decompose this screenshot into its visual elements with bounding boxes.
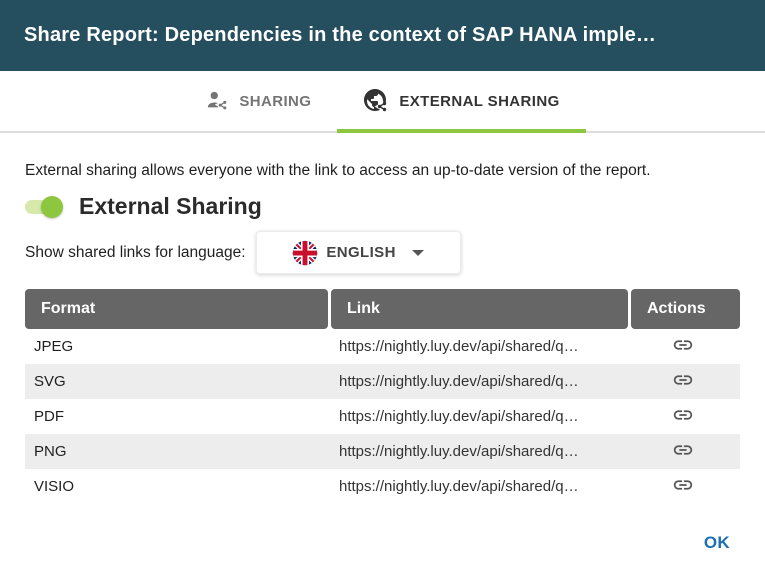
table-row: VISIO https://nightly.luy.dev/api/shared… <box>25 469 740 504</box>
link-icon <box>672 404 694 429</box>
link-cell: https://nightly.luy.dev/api/shared/q… <box>328 434 625 469</box>
header-link: Link <box>331 289 628 329</box>
table-header-row: Format Link Actions <box>25 289 740 329</box>
external-sharing-toggle-row: External Sharing <box>25 193 740 220</box>
header-actions: Actions <box>631 289 740 329</box>
link-icon <box>672 439 694 464</box>
tab-sharing-label: SHARING <box>239 93 311 110</box>
format-cell: VISIO <box>25 469 328 504</box>
tab-external-sharing[interactable]: EXTERNAL SHARING <box>337 71 585 131</box>
link-icon <box>672 334 694 359</box>
table-row: PDF https://nightly.luy.dev/api/shared/q… <box>25 399 740 434</box>
copy-link-button[interactable] <box>670 367 696 396</box>
table-row: SVG https://nightly.luy.dev/api/shared/q… <box>25 364 740 399</box>
actions-cell <box>625 329 740 364</box>
link-cell: https://nightly.luy.dev/api/shared/q… <box>328 364 625 399</box>
table-body: JPEG https://nightly.luy.dev/api/shared/… <box>25 329 740 504</box>
language-label: Show shared links for language: <box>25 244 246 262</box>
dialog-title: Share Report: Dependencies in the contex… <box>24 24 656 47</box>
link-cell: https://nightly.luy.dev/api/shared/q… <box>328 399 625 434</box>
external-sharing-description: External sharing allows everyone with th… <box>25 162 740 180</box>
shared-links-table: Format Link Actions JPEG https://nightly… <box>25 289 740 504</box>
copy-link-button[interactable] <box>670 472 696 501</box>
actions-cell <box>625 469 740 504</box>
tab-bar: SHARING EXTERNAL SHARING <box>0 71 765 133</box>
toggle-knob <box>41 196 63 218</box>
dialog-titlebar: Share Report: Dependencies in the contex… <box>0 0 765 71</box>
language-value: ENGLISH <box>326 244 395 261</box>
uk-flag-icon <box>292 240 318 266</box>
dialog-body: External sharing allows everyone with th… <box>0 162 765 504</box>
table-row: PNG https://nightly.luy.dev/api/shared/q… <box>25 434 740 469</box>
link-icon <box>672 474 694 499</box>
person-share-icon <box>205 90 229 112</box>
actions-cell <box>625 364 740 399</box>
copy-link-button[interactable] <box>670 437 696 466</box>
format-cell: SVG <box>25 364 328 399</box>
language-row: Show shared links for language: ENGLISH <box>25 231 740 274</box>
format-cell: JPEG <box>25 329 328 364</box>
format-cell: PNG <box>25 434 328 469</box>
copy-link-button[interactable] <box>670 402 696 431</box>
tab-sharing[interactable]: SHARING <box>179 71 337 131</box>
table-row: JPEG https://nightly.luy.dev/api/shared/… <box>25 329 740 364</box>
link-icon <box>672 369 694 394</box>
actions-cell <box>625 434 740 469</box>
actions-cell <box>625 399 740 434</box>
tab-external-sharing-label: EXTERNAL SHARING <box>399 93 559 110</box>
link-cell: https://nightly.luy.dev/api/shared/q… <box>328 469 625 504</box>
header-format: Format <box>25 289 328 329</box>
link-cell: https://nightly.luy.dev/api/shared/q… <box>328 329 625 364</box>
external-sharing-heading: External Sharing <box>79 193 262 220</box>
globe-share-icon <box>363 88 389 114</box>
language-select-button[interactable]: ENGLISH <box>256 231 461 274</box>
external-sharing-toggle[interactable] <box>25 195 63 219</box>
ok-button[interactable]: OK <box>700 531 734 555</box>
chevron-down-icon <box>412 250 424 256</box>
copy-link-button[interactable] <box>670 332 696 361</box>
format-cell: PDF <box>25 399 328 434</box>
dialog-footer: OK <box>0 504 765 555</box>
